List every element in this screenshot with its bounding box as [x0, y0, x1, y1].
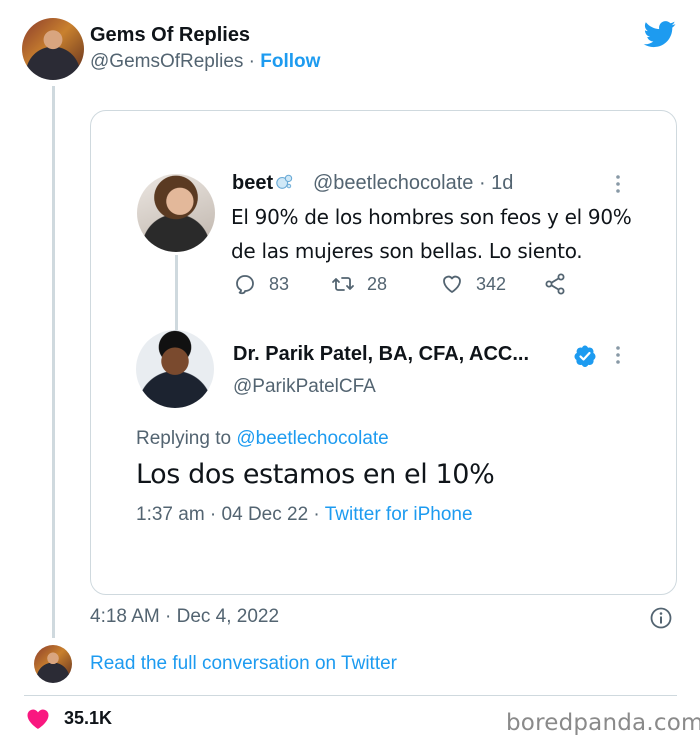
beet-name-text: beet	[232, 172, 274, 194]
gems-small-avatar[interactable]	[34, 645, 72, 683]
gems-handle-line: @GemsOfReplies · Follow	[90, 51, 320, 73]
total-like-count: 35.1K	[64, 708, 113, 728]
outer-timestamp[interactable]: 4:18 AM · Dec 4, 2022	[90, 606, 279, 628]
share-action[interactable]	[543, 272, 579, 296]
replying-to-line: Replying to @beetlechocolate	[136, 428, 389, 450]
beet-avatar[interactable]	[137, 174, 215, 252]
parik-display-name[interactable]: Dr. Parik Patel, BA, CFA, ACC...	[233, 343, 529, 366]
more-icon[interactable]	[612, 174, 624, 194]
source-watermark: boredpanda.com	[506, 710, 700, 736]
reply-icon	[236, 275, 254, 295]
reply-time-date: 1:37 am · 04 Dec 22 ·	[136, 504, 320, 525]
parik-handle[interactable]: @ParikPatelCFA	[233, 376, 376, 398]
retweet-icon	[332, 277, 354, 291]
like-icon	[443, 275, 461, 293]
reply-connector-line	[175, 255, 178, 333]
replying-prefix: Replying to	[136, 428, 232, 449]
gems-handle[interactable]: @GemsOfReplies	[90, 51, 243, 72]
replying-mention-link[interactable]: @beetlechocolate	[236, 428, 388, 449]
reply-action[interactable]: 83	[233, 272, 289, 296]
divider	[24, 695, 677, 696]
like-action[interactable]: 342	[440, 272, 506, 296]
reply-tweet-text: Los dos estamos en el 10%	[136, 459, 495, 490]
thread-line	[52, 86, 55, 638]
beet-handle-time[interactable]: @beetlechocolate · 1d	[313, 172, 513, 195]
parik-avatar[interactable]	[136, 330, 214, 408]
heart-icon[interactable]	[26, 708, 50, 730]
info-icon[interactable]	[649, 606, 673, 630]
gems-avatar[interactable]	[22, 18, 84, 80]
read-full-conversation-link[interactable]: Read the full conversation on Twitter	[90, 653, 397, 675]
like-count: 342	[476, 273, 507, 294]
reply-count: 83	[269, 273, 290, 294]
more-icon[interactable]	[612, 345, 624, 365]
retweet-action[interactable]: 28	[331, 272, 387, 296]
gems-display-name[interactable]: Gems Of Replies	[90, 24, 250, 47]
share-icon	[545, 273, 565, 295]
follow-button[interactable]: Follow	[260, 51, 320, 72]
handle-separator: ·	[248, 51, 255, 72]
reply-meta-line: 1:37 am · 04 Dec 22 · Twitter for iPhone	[136, 504, 473, 526]
twitter-bird-icon[interactable]	[642, 18, 678, 50]
reply-source-link[interactable]: Twitter for iPhone	[325, 504, 473, 525]
beet-tweet-text: El 90% de los hombres son feos y el 90% …	[231, 205, 632, 263]
beet-display-name[interactable]: beet	[232, 172, 293, 195]
bubble-icon	[276, 174, 293, 189]
verified-icon	[574, 345, 596, 367]
retweet-count: 28	[367, 273, 388, 294]
